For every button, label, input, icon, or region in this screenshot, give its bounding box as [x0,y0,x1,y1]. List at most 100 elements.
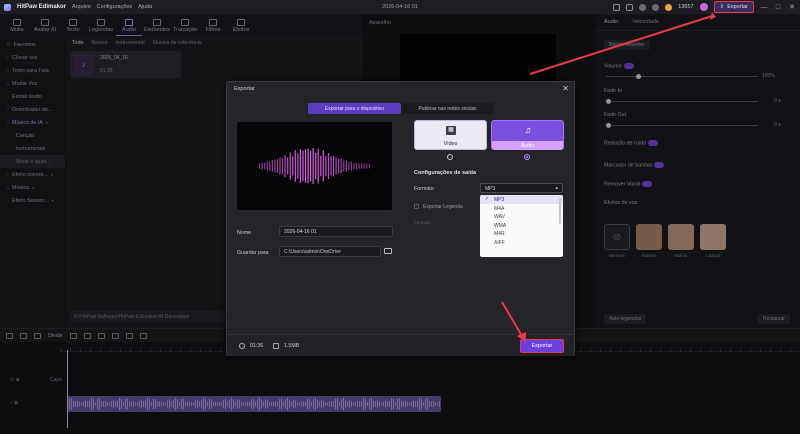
waveform-bar [299,149,301,183]
export-top-button[interactable]: ⇪ Exportar [713,1,754,13]
waveform-bar [338,158,340,174]
waveform-bar [368,163,370,169]
format-option-wma[interactable]: WMA [480,221,563,230]
name-label: Nome [237,230,252,236]
audio-waveform-preview [237,122,392,210]
waveform-bar [350,161,352,171]
export-file-size: 1.5MB [284,343,300,349]
waveform-bar [348,162,350,170]
subtitle-format-label: Formato [414,220,431,225]
waveform-bar [292,156,294,176]
waveform-bar [279,157,281,175]
waveform-bar [287,157,289,175]
dialog-footer: 01:36 1.5MB Exportar [227,334,574,356]
type-video-label: Vídeo [443,141,458,147]
waveform-bar [261,162,263,170]
waveform-bar [269,161,271,171]
format-label: Formato [414,186,434,192]
waveform-bar [271,160,273,172]
radio-audio[interactable] [524,154,530,160]
format-select[interactable]: MP3 ▴ [480,183,563,193]
waveform-bar [310,150,312,182]
waveform-bar [294,150,296,182]
format-option-mp3[interactable]: MP3 [480,195,563,204]
dropdown-scrollbar[interactable] [559,198,561,224]
settings-icon[interactable] [652,3,660,11]
waveform-bar [266,161,268,171]
waveform-bar [307,148,309,184]
type-audio-button[interactable]: ♫ Áudio [491,120,564,150]
user-avatar[interactable] [699,3,708,11]
menu-help[interactable]: Ajuda [138,4,152,10]
waveform-bar [297,153,299,179]
waveform-bar [366,163,368,169]
title-bar: HitPaw Edimakor Arquivo Configurações Aj… [0,0,800,14]
export-dialog: Exportar ✕ Exportar para o dispositivo P… [226,81,575,356]
waveform-bar [335,157,337,175]
chevron-up-icon: ▴ [555,185,558,191]
format-dropdown: MP3 M4A WAV WMA M4R AIFF [480,195,563,257]
waveform-bar [264,162,266,170]
save-path-input[interactable]: C:\Users\admin\OneDrive [279,246,381,257]
export-subtitle-checkbox[interactable] [414,204,419,209]
waveform-bar [332,155,335,177]
name-input[interactable]: 2026-04-16 01 [279,226,393,237]
waveform-bar [317,148,319,184]
export-subtitle-label: Exportar Legenda [423,204,463,210]
minimize-button[interactable]: — [760,4,768,11]
waveform-bar [325,155,327,177]
close-window-button[interactable]: ✕ [788,3,796,11]
export-duration: 01:36 [250,343,264,349]
format-option-m4a[interactable]: M4A [480,204,563,213]
upload-icon: ⇪ [719,4,725,10]
clapper-icon: ▦ [446,126,456,135]
waveform-bar [259,163,261,169]
dialog-title: Exportar [234,86,255,92]
waveform-bar [353,162,355,170]
feedback-icon[interactable] [639,3,647,11]
export-button[interactable]: Exportar [520,339,564,353]
export-top-label: Exportar [727,4,748,10]
waveform-bar [315,152,317,180]
waveform-bar [330,156,332,176]
waveform-bar [355,162,358,170]
export-tabs: Exportar para o dispositivo Publicar nas… [308,103,494,114]
waveform-bar [363,163,365,169]
waveform-bar [345,160,347,172]
save-to-label: Guardar para [237,250,269,256]
folder-icon[interactable] [384,248,392,254]
waveform-bar [312,147,314,185]
waveform-bar [284,154,286,178]
coin-icon [665,3,673,11]
maximize-button[interactable]: □ [774,4,782,11]
output-settings-title: Configurações de saída [414,170,477,176]
waveform-bar [276,159,279,173]
waveform-bar [289,152,291,180]
format-option-wav[interactable]: WAV [480,212,563,221]
type-video-button[interactable]: ▦ Vídeo [414,120,487,150]
waveform-bar [274,159,276,173]
credits-count: 13657 [678,4,694,10]
waveform-bar [320,155,322,177]
waveform-bar [340,158,342,174]
menu-settings[interactable]: Configurações [97,4,132,10]
waveform-bar [343,160,345,172]
type-audio-label: Áudio [492,141,563,150]
waveform-bar [361,163,363,169]
menu-file[interactable]: Arquivo [72,4,91,10]
waveform-bar [304,149,307,183]
screen-icon[interactable] [626,3,634,11]
waveform-bar [322,150,324,182]
format-option-m4r[interactable]: M4R [480,229,563,238]
layout-icon[interactable] [613,3,621,11]
tab-publish-social[interactable]: Publicar nas redes sociais [401,103,494,114]
app-name: HitPaw Edimakor [17,4,67,10]
clock-icon [239,343,245,349]
waveform-bar [281,158,284,174]
waveform-bar [327,152,330,180]
tab-export-device[interactable]: Exportar para o dispositivo [308,103,401,114]
format-value: MP3 [485,186,496,192]
close-icon[interactable]: ✕ [562,84,569,93]
format-option-aiff[interactable]: AIFF [480,238,563,247]
radio-video[interactable] [447,154,453,160]
